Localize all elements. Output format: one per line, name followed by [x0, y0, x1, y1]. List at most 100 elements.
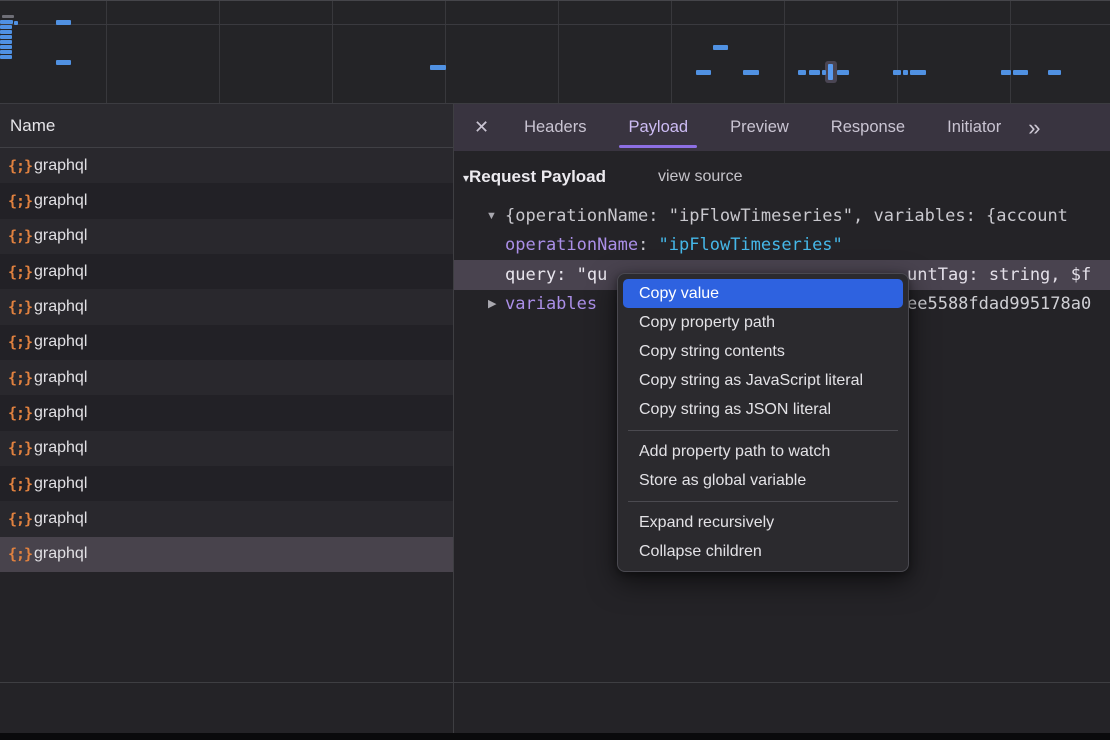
menu-separator [628, 430, 898, 431]
waterfall-bar [0, 45, 12, 49]
name-column-header[interactable]: Name [0, 104, 453, 148]
menu-item-expand-recursively[interactable]: Expand recursively [618, 508, 908, 537]
request-row[interactable]: {;}graphql [0, 148, 453, 183]
json-icon: {;} [8, 192, 34, 210]
menu-item-copy-property-path[interactable]: Copy property path [618, 308, 908, 337]
overview-gridline [1010, 1, 1011, 103]
request-row[interactable]: {;}graphql [0, 501, 453, 536]
variables-text-right: ee5588fdad995178a0 [907, 290, 1091, 319]
waterfall-bar [14, 21, 18, 25]
menu-item-store-as-global-variable[interactable]: Store as global variable [618, 466, 908, 495]
json-icon: {;} [8, 157, 34, 175]
menu-item-add-property-path-to-watch[interactable]: Add property path to watch [618, 437, 908, 466]
section-title: Request Payload [469, 167, 606, 186]
request-row[interactable]: {;}graphql [0, 289, 453, 324]
waterfall-bar [903, 70, 908, 75]
tab-response[interactable]: Response [810, 104, 926, 151]
waterfall-bar [837, 70, 849, 75]
json-icon: {;} [8, 227, 34, 245]
json-icon: {;} [8, 404, 34, 422]
pane-divider[interactable] [453, 104, 454, 733]
name-column-label: Name [10, 116, 55, 136]
overview-gridline [897, 1, 898, 103]
menu-item-copy-value[interactable]: Copy value [623, 279, 903, 308]
expand-arrow-icon[interactable]: ▼ [486, 202, 497, 231]
request-row[interactable]: {;}graphql [0, 537, 453, 572]
query-text-right: untTag: string, $f [907, 260, 1091, 290]
overview-gridline [784, 1, 785, 103]
request-name: graphql [34, 333, 87, 351]
menu-item-copy-string-as-javascript-literal[interactable]: Copy string as JavaScript literal [618, 366, 908, 395]
json-icon: {;} [8, 545, 34, 563]
tab-preview[interactable]: Preview [709, 104, 810, 151]
key-separator: : [638, 235, 658, 255]
collapsed-arrow-icon[interactable]: ▶ [488, 290, 496, 319]
overview-gridline [558, 1, 559, 103]
waterfall-bar [798, 70, 806, 75]
request-row[interactable]: {;}graphql [0, 219, 453, 254]
waterfall-bar [1048, 70, 1061, 75]
devtools-network-panel: Name {;}graphql{;}graphql{;}graphql{;}gr… [0, 0, 1110, 740]
view-source-link[interactable]: view source [658, 163, 742, 191]
request-list: {;}graphql{;}graphql{;}graphql{;}graphql… [0, 148, 453, 572]
overview-gridline [671, 1, 672, 103]
payload-root-row[interactable]: ▼ {operationName: "ipFlowTimeseries", va… [454, 202, 1110, 231]
waterfall-bar [0, 50, 12, 54]
request-name: graphql [34, 227, 87, 245]
detail-tabbar: ✕ HeadersPayloadPreviewResponseInitiator… [454, 104, 1110, 151]
request-row[interactable]: {;}graphql [0, 360, 453, 395]
request-row[interactable]: {;}graphql [0, 466, 453, 501]
request-name: graphql [34, 263, 87, 281]
overview-gridline [219, 1, 220, 103]
tab-initiator[interactable]: Initiator [926, 104, 1022, 151]
request-name: graphql [34, 192, 87, 210]
request-name: graphql [34, 439, 87, 457]
summary-divider [0, 682, 1110, 683]
waterfall-bar [809, 70, 820, 75]
overview-gridline [332, 1, 333, 103]
waterfall-bar [696, 70, 711, 75]
selected-request-marker-bar [828, 64, 833, 80]
menu-item-copy-string-contents[interactable]: Copy string contents [618, 337, 908, 366]
tab-payload[interactable]: Payload [607, 104, 709, 151]
close-icon[interactable]: ✕ [474, 117, 489, 138]
json-icon: {;} [8, 298, 34, 316]
request-payload-section: ▾Request Payload view source [454, 163, 1110, 191]
menu-item-copy-string-as-json-literal[interactable]: Copy string as JSON literal [618, 395, 908, 424]
tab-headers[interactable]: Headers [503, 104, 607, 151]
request-name: graphql [34, 404, 87, 422]
network-overview[interactable] [0, 0, 1110, 104]
request-row[interactable]: {;}graphql [0, 395, 453, 430]
property-value: "ipFlowTimeseries" [659, 235, 843, 255]
more-tabs-icon[interactable]: » [1028, 115, 1038, 141]
request-row[interactable]: {;}graphql [0, 254, 453, 289]
query-text-left: query: "qu [505, 265, 607, 285]
root-preview-text: {operationName: "ipFlowTimeseries", vari… [505, 206, 1068, 226]
waterfall-bar [1001, 70, 1011, 75]
request-name: graphql [34, 157, 87, 175]
waterfall-bar [0, 25, 12, 29]
property-key: variables [505, 294, 597, 314]
waterfall-bar [0, 40, 12, 44]
waterfall-bar [56, 60, 71, 65]
waterfall-bar [0, 35, 12, 39]
waterfall-bar [0, 20, 13, 24]
waterfall-bar [0, 30, 12, 34]
window-bottom-edge [0, 733, 1110, 740]
json-icon: {;} [8, 369, 34, 387]
overview-gridline [445, 1, 446, 103]
section-collapse-icon[interactable]: ▾ [454, 171, 469, 185]
json-icon: {;} [8, 263, 34, 281]
request-name: graphql [34, 545, 87, 563]
request-row[interactable]: {;}graphql [0, 183, 453, 218]
menu-item-collapse-children[interactable]: Collapse children [618, 537, 908, 566]
selected-request-marker [825, 61, 837, 83]
request-row[interactable]: {;}graphql [0, 325, 453, 360]
waterfall-bar [1013, 70, 1028, 75]
request-row[interactable]: {;}graphql [0, 431, 453, 466]
operation-name-row[interactable]: operationName: "ipFlowTimeseries" [454, 231, 1110, 260]
waterfall-bar [56, 20, 71, 25]
waterfall-bar [743, 70, 759, 75]
menu-separator [628, 501, 898, 502]
waterfall-bar [2, 15, 14, 18]
